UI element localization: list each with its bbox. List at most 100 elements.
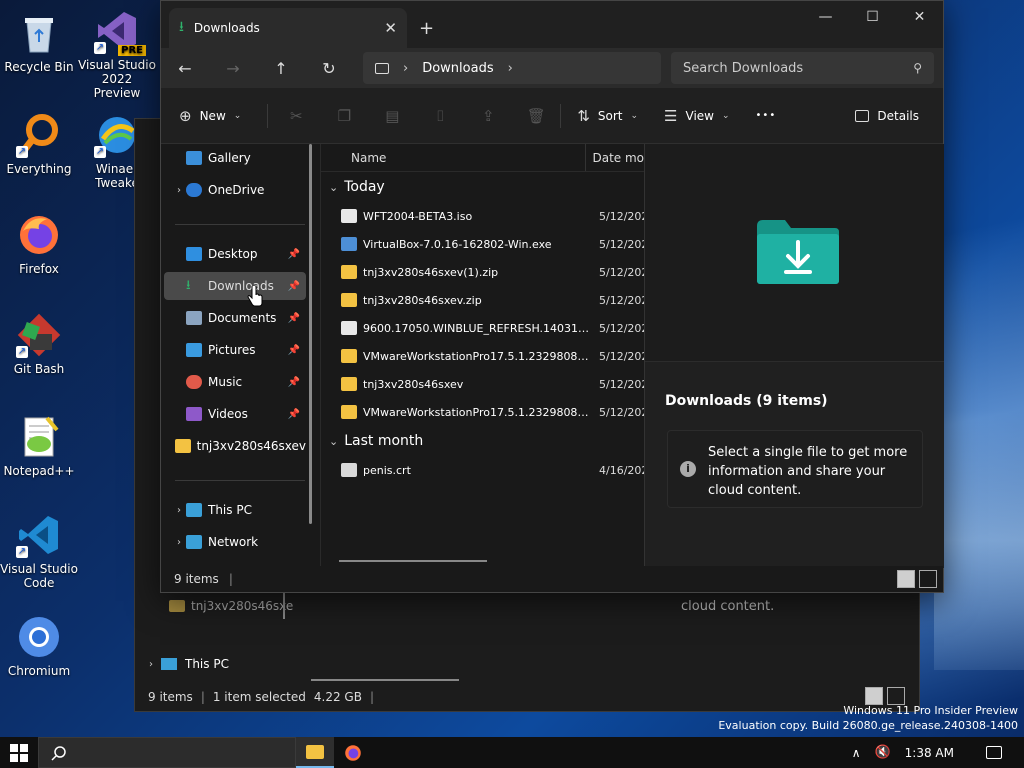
file-row[interactable]: VMwareWorkstationPro17.5.1.23298084.x...… [321,342,644,370]
file-row[interactable]: penis.crt 4/16/202 [321,456,644,484]
new-button[interactable]: ⊕ New ⌄ [179,107,241,125]
sidebar-item-desktop[interactable]: Desktop 📌 [164,240,306,268]
sidebar-item-network[interactable]: › Network [164,528,306,556]
forward-button[interactable]: → [209,59,257,78]
address-bar[interactable]: › Downloads › [363,52,661,84]
chevron-down-icon: ⌄ [630,110,639,121]
column-header-date[interactable]: Date mo [586,151,644,165]
tab-downloads[interactable]: ⭳ Downloads ✕ [169,8,407,48]
sidebar-item-this-pc[interactable]: › This PC [164,496,306,524]
desktop-icon-git-bash[interactable]: ↗ Git Bash [0,312,78,376]
file-explorer-icon [306,744,324,759]
details-pane-button[interactable]: Details [855,109,919,123]
details-view-toggle[interactable] [897,570,915,588]
group-header-today[interactable]: ⌄ Today [321,172,644,202]
file-row[interactable]: VMwareWorkstationPro17.5.1.23298084.x...… [321,398,644,426]
column-header-name[interactable]: Name [321,144,587,171]
pin-icon: 📌 [287,312,300,324]
sidebar-item-pictures[interactable]: Pictures 📌 [164,336,306,364]
file-row[interactable]: tnj3xv280s46sxev(1).zip 5/12/202 [321,258,644,286]
file-list[interactable]: Name Date mo ⌄ Today WFT2004-BETA3.iso 5/… [320,144,644,568]
close-button[interactable]: ✕ [896,1,943,33]
sidebar-item-documents[interactable]: Documents 📌 [164,304,306,332]
search-input[interactable]: Search Downloads [683,61,803,76]
breadcrumb-chevron-icon[interactable]: › [508,61,513,76]
vscode-icon: ↗ [16,512,62,558]
group-label: Today [344,179,385,195]
chevron-right-icon[interactable]: › [172,505,186,516]
file-row[interactable]: tnj3xv280s46sxev 5/12/202 [321,370,644,398]
delete-icon[interactable]: 🗑 [512,107,560,125]
up-button[interactable]: ↑ [257,59,305,78]
search-box[interactable]: Search Downloads ⚲ [671,52,934,84]
desktop-icon-firefox[interactable]: Firefox [0,212,78,276]
chevron-right-icon[interactable]: › [172,537,186,548]
chevron-up-icon[interactable]: ∧ [852,746,861,760]
desktop-icon-recycle-bin[interactable]: Recycle Bin [0,10,78,74]
chevron-right-icon[interactable]: › [172,185,186,196]
file-list-hscroll[interactable] [339,560,487,562]
background-this-pc[interactable]: › This PC [149,657,229,671]
shortcut-arrow-icon: ↗ [94,42,106,54]
file-row[interactable]: VirtualBox-7.0.16-162802-Win.exe 5/12/202 [321,230,644,258]
file-row[interactable]: WFT2004-BETA3.iso 5/12/202 [321,202,644,230]
file-row[interactable]: tnj3xv280s46sxev.zip 5/12/202 [321,286,644,314]
rename-icon[interactable]: ⌷ [416,107,464,125]
start-button[interactable] [0,743,38,762]
taskbar-file-explorer[interactable] [296,737,334,768]
new-tab-button[interactable]: + [419,8,434,48]
desktop-icon-vscode[interactable]: ↗ Visual Studio Code [0,512,78,590]
refresh-button[interactable]: ↻ [305,59,353,78]
paste-icon[interactable]: ▤ [368,107,416,125]
breadcrumb-downloads[interactable]: Downloads [422,61,493,76]
this-pc-label: This PC [185,657,229,671]
share-icon[interactable]: ⇪ [464,107,512,125]
background-hscroll[interactable] [311,679,459,681]
sort-label: Sort [597,108,623,123]
more-options-button[interactable]: ••• [756,110,777,121]
visual-studio-preview-icon: PRE ↗ [94,8,146,56]
file-date: 5/12/202 [599,237,644,251]
sidebar-item-videos[interactable]: Videos 📌 [164,400,306,428]
desktop-icon-everything[interactable]: ↗ Everything [0,112,78,176]
file-row[interactable]: 9600.17050.WINBLUE_REFRESH.140317-1... 5/… [321,314,644,342]
chevron-down-icon: ⌄ [721,110,730,121]
cut-icon[interactable]: ✂ [272,107,320,125]
notifications-icon[interactable] [986,746,1002,759]
sidebar-item-downloads[interactable]: ⭳ Downloads 📌 [164,272,306,300]
navigation-pane[interactable]: Gallery › OneDrive Desktop 📌 ⭳ Downloads… [161,144,317,568]
desktop-icon-chromium[interactable]: Chromium [0,614,78,678]
disc-image-icon [341,321,357,335]
sort-button[interactable]: ⇅ Sort ⌄ [577,107,638,125]
sidebar-item-gallery[interactable]: Gallery [164,144,306,172]
sidebar-item-music[interactable]: Music 📌 [164,368,306,396]
explorer-window[interactable]: ⭳ Downloads ✕ + — ☐ ✕ ← → ↑ ↻ › Download… [160,0,944,593]
file-name: WFT2004-BETA3.iso [363,209,473,223]
sidebar-item-tnj3xv-folder[interactable]: tnj3xv280s46sxev [164,432,306,460]
file-name: tnj3xv280s46sxev [363,377,464,391]
maximize-button[interactable]: ☐ [849,1,896,33]
file-date: 5/12/202 [599,209,644,223]
view-list-icon: ☰ [664,106,678,125]
desktop-icon-visual-studio[interactable]: PRE ↗ Visual Studio 2022 Preview [78,8,156,100]
pictures-icon [186,343,202,357]
tab-close-button[interactable]: ✕ [384,19,397,37]
back-button[interactable]: ← [161,59,209,78]
desktop-icon-notepad-plus-plus[interactable]: Notepad++ [0,414,78,478]
minimize-button[interactable]: — [802,1,849,33]
group-header-last-month[interactable]: ⌄ Last month [321,426,644,456]
speaker-muted-icon[interactable]: 🔇 [874,745,890,760]
clock[interactable]: 1:38 AM [905,746,954,760]
taskbar-search-box[interactable] [38,737,296,768]
sidebar-scrollbar[interactable] [309,144,312,524]
view-button[interactable]: ☰ View ⌄ [664,107,729,125]
music-icon [186,375,202,389]
sidebar-item-label: Videos [208,407,248,421]
taskbar-firefox[interactable] [334,737,372,768]
title-bar[interactable]: ⭳ Downloads ✕ + — ☐ ✕ [161,1,943,48]
hand-cursor-icon [247,286,263,307]
sidebar-item-onedrive[interactable]: › OneDrive [164,176,306,204]
sidebar-item-label: Network [208,535,259,549]
copy-icon[interactable]: ❐ [320,107,368,125]
tiles-view-toggle[interactable] [919,570,937,588]
